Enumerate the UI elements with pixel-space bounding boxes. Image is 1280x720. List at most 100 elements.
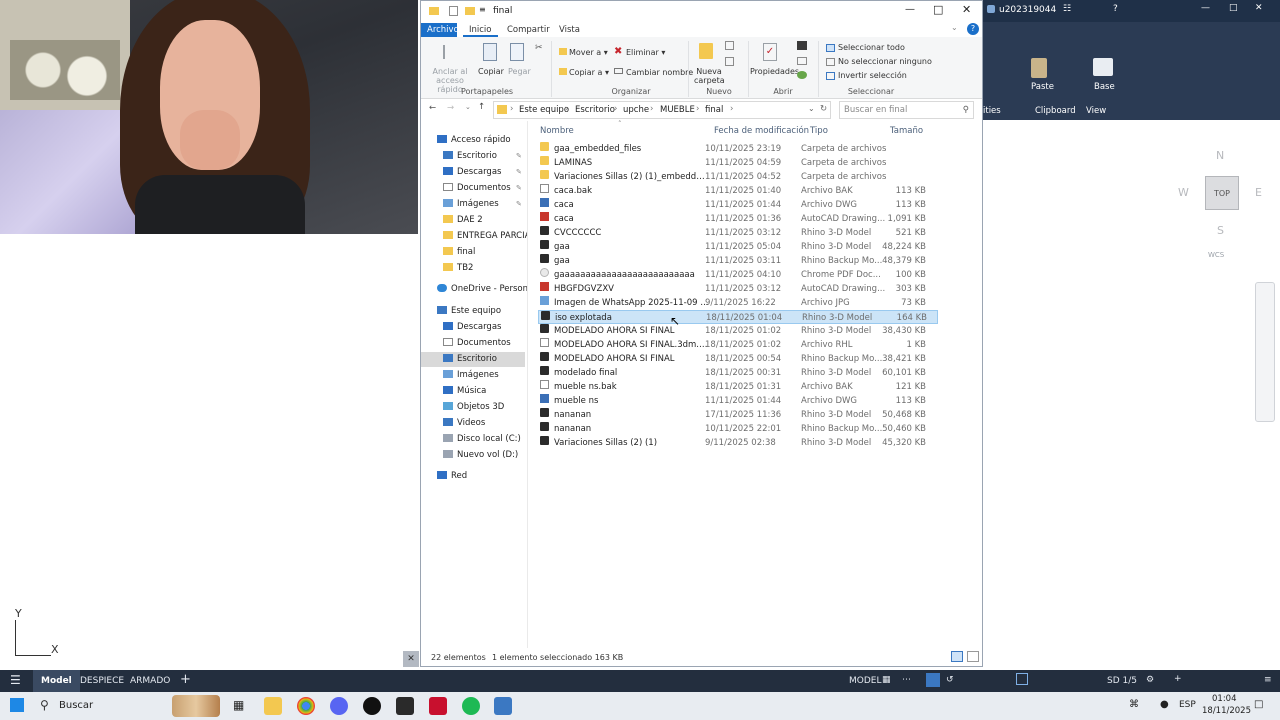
rename-button[interactable]: Cambiar nombre [626,68,693,77]
file-row[interactable]: gaa 11/11/2025 05:04 Rhino 3-D Model 48,224… [538,240,938,254]
address-bar[interactable]: › Este equipo › Escritorio › upche › MUE… [493,101,831,119]
quick-access-chevron-icon[interactable]: ≡ [479,5,486,14]
nav-pc-musica[interactable]: Música [421,384,525,399]
breadcrumb-mueble[interactable]: MUEBLE [660,105,695,115]
app-icon[interactable] [396,697,414,715]
paste-button[interactable]: Pegar [508,67,531,76]
details-view-icon[interactable] [951,651,963,662]
delete-button[interactable]: Eliminar ▾ [626,48,665,57]
properties-quick-icon[interactable] [449,6,458,16]
file-row[interactable]: MODELADO AHORA SI FINAL 18/11/2025 00:54 R… [538,352,938,366]
copy-button[interactable]: Copiar [478,67,504,76]
taskbar-search[interactable]: Buscar [59,700,93,711]
nav-quick-descargas[interactable]: Descargas ✎ [421,165,525,180]
properties-button[interactable]: Propiedades [750,67,799,76]
nav-quick-entrega-parcial[interactable]: ENTREGA PARCIAL [421,229,535,244]
discord-icon[interactable] [330,697,348,715]
file-row[interactable]: iso explotada 18/11/2025 01:04 Rhino 3-D M… [538,310,938,324]
minimize-icon[interactable]: — [1201,3,1210,13]
base-button[interactable]: Base [1094,82,1115,92]
nav-quick-escritorio[interactable]: Escritorio ✎ [421,149,525,164]
file-row[interactable]: Variaciones Sillas (2) (1)_embedded_file… [538,170,938,184]
nav-quick-documentos[interactable]: Documentos ✎ [421,181,525,196]
task-view-icon[interactable]: ▦ [233,698,244,712]
paste-button[interactable]: Paste [1031,82,1054,92]
file-row[interactable]: gaa 11/11/2025 03:11 Rhino Backup Mo... 48,… [538,254,938,268]
customization-icon[interactable]: ≡ [1264,675,1272,685]
nav-pc-escritorio[interactable]: Escritorio [421,352,525,367]
file-row[interactable]: gaaaaaaaaaaaaaaaaaaaaaaaaaa 11/11/2025 04… [538,268,938,282]
select-none-button[interactable]: No seleccionar ninguno [838,57,932,66]
file-row[interactable]: HBGFDGVZXV 11/11/2025 03:12 AutoCAD Drawin… [538,282,938,296]
chrome-icon[interactable] [297,697,315,715]
nav-pc-videos[interactable]: Videos [421,416,525,431]
close-icon[interactable]: ✕ [962,3,971,16]
close-icon[interactable]: ✕ [1255,3,1263,13]
breadcrumb-este-equipo[interactable]: Este equipo [519,105,569,115]
nav-quick-access[interactable]: Acceso rápido [421,133,525,148]
viewcube-top[interactable]: TOP [1205,176,1239,210]
grid-icon[interactable]: ▦ [882,675,891,685]
nav-pc-documentos[interactable]: Documentos [421,336,525,351]
rhino-icon[interactable] [363,697,381,715]
nav-pc-disco-c[interactable]: Disco local (C:) [421,432,525,447]
nav-pc-volumen-d[interactable]: Nuevo vol (D:) [421,448,525,463]
address-dropdown-icon[interactable]: ⌄ [808,104,815,113]
column-name[interactable]: Nombre [540,126,574,136]
easy-access-icon[interactable] [725,57,734,66]
column-type[interactable]: Tipo [810,126,828,136]
file-row[interactable]: MODELADO AHORA SI FINAL.3dm.rhl 18/11/202… [538,338,938,352]
command-line-close-icon[interactable]: ✕ [403,651,419,667]
file-row[interactable]: LAMINAS 11/11/2025 04:59 Carpeta de archiv… [538,156,938,170]
tab-archivo[interactable]: Archivo [421,23,459,37]
nav-pc-descargas[interactable]: Descargas [421,320,525,335]
open-icon[interactable] [797,41,807,50]
cad-username[interactable]: u202319044 [999,5,1056,15]
forward-arrow-icon[interactable]: → [447,103,454,113]
new-folder-button[interactable]: Nueva carpeta [694,67,725,85]
copy-to-button[interactable]: Copiar a ▾ [569,68,609,77]
clock-time[interactable]: 01:04 [1212,694,1237,704]
collapse-ribbon-icon[interactable]: ⌄ [951,23,958,32]
nav-quick-imagenes[interactable]: Imágenes ✎ [421,197,525,212]
file-row[interactable]: caca.bak 11/11/2025 01:40 Archivo BAK 113 K… [538,184,938,198]
polar-icon[interactable]: ↺ [946,675,954,685]
file-row[interactable]: mueble ns.bak 18/11/2025 01:31 Archivo BAK… [538,380,938,394]
help-icon[interactable]: ? [967,23,979,35]
search-input[interactable]: Buscar en final ⚲ [839,101,974,119]
viewcube-north[interactable]: N [1216,149,1224,162]
nav-pc-imagenes[interactable]: Imágenes [421,368,525,383]
tab-compartir[interactable]: Compartir [501,23,556,37]
navigation-bar[interactable] [1255,282,1275,422]
column-size[interactable]: Tamaño [890,126,923,136]
plus-icon[interactable]: + [1174,674,1182,684]
autocad-icon[interactable] [429,697,447,715]
file-row[interactable]: nananan 10/11/2025 22:01 Rhino Backup Mo..… [538,422,938,436]
file-row[interactable]: nananan 17/11/2025 11:36 Rhino 3-D Model 50… [538,408,938,422]
tab-vista[interactable]: Vista [553,23,586,37]
viewcube-south[interactable]: S [1217,224,1224,237]
cut-icon[interactable]: ✂ [535,43,543,53]
breadcrumb-final[interactable]: final [705,105,723,115]
back-arrow-icon[interactable]: ← [429,103,436,113]
viewcube-west[interactable]: W [1178,186,1189,199]
file-row[interactable]: modelado final 18/11/2025 00:31 Rhino 3-D … [538,366,938,380]
nav-onedrive[interactable]: OneDrive - Personal [421,282,536,297]
column-date[interactable]: Fecha de modificación [714,126,809,136]
annotation-scale[interactable]: SD 1/5 [1107,676,1137,686]
move-to-button[interactable]: Mover a ▾ [569,48,608,57]
language-indicator[interactable]: ESP [1179,700,1196,710]
view-dropdown[interactable]: View [1086,106,1106,116]
file-row[interactable]: gaa_embedded_files 10/11/2025 23:19 Carpet… [538,142,938,156]
file-row[interactable]: MODELADO AHORA SI FINAL 18/11/2025 01:02 R… [538,324,938,338]
history-icon[interactable] [797,71,807,79]
start-icon[interactable] [10,698,24,712]
file-row[interactable]: mueble ns 11/11/2025 01:44 Archivo DWG 113 … [538,394,938,408]
file-explorer-icon[interactable] [264,697,282,715]
network-icon[interactable]: ⌘ [1129,699,1139,710]
file-row[interactable]: caca 11/11/2025 01:36 AutoCAD Drawing... 1,… [538,212,938,226]
gear-icon[interactable]: ⚙ [1146,675,1154,685]
large-icons-view-icon[interactable] [967,651,979,662]
file-row[interactable]: Variaciones Sillas (2) (1) 9/11/2025 02:3… [538,436,938,450]
notifications-icon[interactable]: □ [1254,699,1263,710]
